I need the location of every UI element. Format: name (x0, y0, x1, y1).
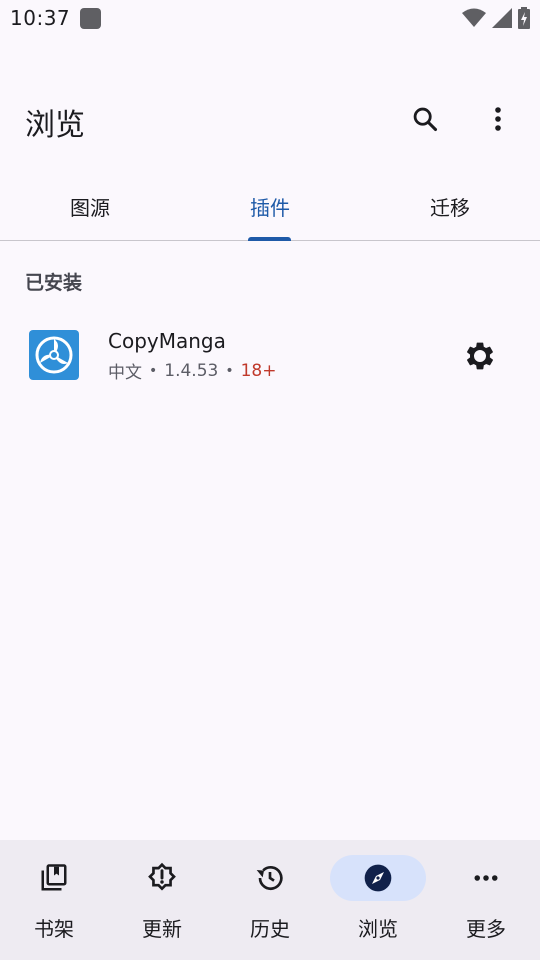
wifi-icon (462, 8, 486, 27)
bottom-navigation: 书架 更新 历史 浏览 更多 (0, 840, 540, 960)
status-bar: 10:37 (0, 0, 540, 38)
nav-pill (238, 855, 302, 901)
notification-icon (80, 8, 101, 29)
tab-label: 迁移 (430, 196, 470, 220)
nav-label: 更新 (142, 917, 182, 941)
more-horiz-icon (474, 875, 498, 881)
gear-icon (467, 342, 493, 370)
nav-label: 历史 (250, 917, 290, 941)
section-header-installed: 已安装 (25, 272, 83, 294)
tab-label: 插件 (250, 196, 290, 220)
history-icon (256, 866, 283, 890)
overflow-menu-button[interactable] (475, 96, 521, 142)
extension-language: 中文 (108, 363, 142, 383)
search-button[interactable] (402, 96, 448, 142)
nsfw-badge: 18+ (240, 360, 277, 381)
extension-row[interactable]: CopyManga 中文 • 1.4.53 • 18+ (0, 318, 540, 394)
nav-item-updates[interactable]: 更新 (108, 840, 216, 960)
tab-indicator (248, 237, 291, 241)
nav-pill (130, 855, 194, 901)
extension-meta: 中文 • 1.4.53 • 18+ (108, 358, 277, 384)
extension-name: CopyManga (108, 329, 226, 353)
tab-sources[interactable]: 图源 (0, 176, 180, 239)
top-app-bar: 浏览 (0, 84, 540, 156)
updates-icon (148, 862, 176, 891)
tab-migrate[interactable]: 迁移 (360, 176, 540, 239)
battery-icon (518, 7, 530, 29)
separator-dot: • (225, 362, 234, 379)
search-icon (413, 107, 438, 132)
extension-version: 1.4.53 (164, 360, 219, 381)
nav-label: 书架 (34, 917, 74, 941)
explore-icon (364, 864, 392, 892)
nav-pill (454, 855, 518, 901)
nav-pill-active (330, 855, 426, 901)
tab-label: 图源 (70, 196, 110, 220)
status-time: 10:37 (10, 6, 71, 30)
separator-dot: • (149, 362, 158, 379)
extension-logo (29, 330, 79, 380)
nav-label: 更多 (466, 917, 506, 941)
nav-label: 浏览 (358, 917, 398, 941)
extension-settings-button[interactable] (456, 332, 504, 380)
library-icon (41, 864, 67, 891)
status-icons (462, 7, 530, 29)
nav-item-more[interactable]: 更多 (432, 840, 540, 960)
tab-extensions[interactable]: 插件 (180, 176, 360, 239)
nav-item-history[interactable]: 历史 (216, 840, 324, 960)
copymanga-logo-icon (35, 336, 73, 374)
tab-bar: 图源 插件 迁移 (0, 176, 540, 241)
nav-item-library[interactable]: 书架 (0, 840, 108, 960)
signal-icon (492, 8, 512, 28)
nav-pill (22, 855, 86, 901)
more-vert-icon (495, 107, 501, 131)
page-title: 浏览 (25, 108, 85, 143)
nav-item-browse[interactable]: 浏览 (324, 840, 432, 960)
